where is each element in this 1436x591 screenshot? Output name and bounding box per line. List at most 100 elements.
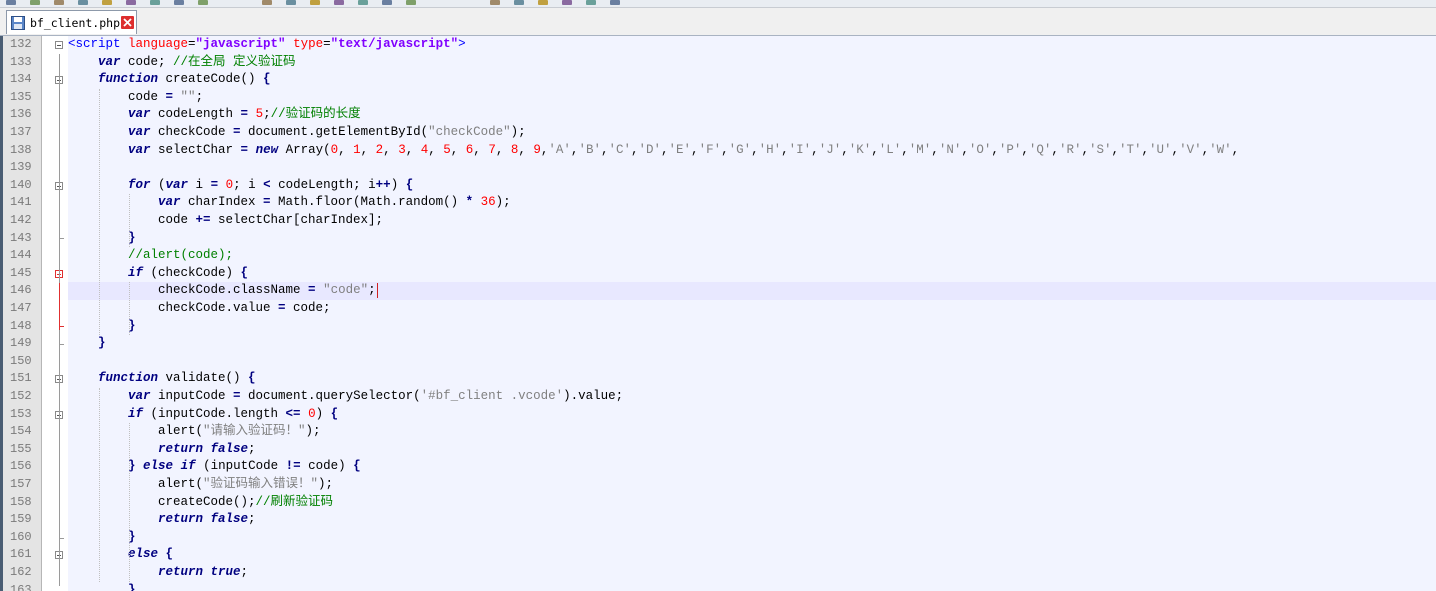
code-token: 'V' bbox=[1179, 142, 1202, 157]
save-file-icon bbox=[11, 15, 25, 30]
code-token: 'F' bbox=[698, 142, 722, 157]
code-token: else bbox=[128, 547, 159, 562]
toolbar-button[interactable] bbox=[406, 0, 416, 5]
code-token: var bbox=[165, 177, 189, 192]
code-line[interactable]: 145 if (checkCode) { bbox=[0, 264, 1436, 283]
code-line[interactable]: 132 <script language="javascript" type="t… bbox=[0, 36, 1436, 54]
line-number: 153 bbox=[10, 406, 32, 421]
toolbar-button[interactable] bbox=[30, 0, 40, 5]
code-text: code = ""; bbox=[68, 88, 1436, 107]
toolbar-button[interactable] bbox=[126, 0, 136, 5]
code-line[interactable]: 144 //alert(code); bbox=[0, 247, 1436, 265]
toolbar-button[interactable] bbox=[174, 0, 184, 5]
code-line[interactable]: 161 else { bbox=[0, 546, 1436, 564]
code-token: ; bbox=[263, 107, 271, 122]
fold-range-line bbox=[59, 423, 60, 533]
line-number: 149 bbox=[10, 336, 32, 351]
toolbar-button[interactable] bbox=[262, 0, 272, 5]
code-text: } else if (inputCode != code) { bbox=[68, 458, 1436, 476]
toolbar-button[interactable] bbox=[562, 0, 572, 5]
toolbar-button[interactable] bbox=[610, 0, 620, 5]
code-line[interactable]: 136 var codeLength = 5;//验证码的长度 bbox=[0, 106, 1436, 124]
line-number: 147 bbox=[10, 301, 32, 315]
code-line[interactable]: 139 bbox=[0, 159, 1436, 177]
line-number: 140 bbox=[10, 177, 32, 192]
code-line[interactable]: 153 if (inputCode.length <= 0) { bbox=[0, 405, 1436, 424]
code-line[interactable]: 150 bbox=[0, 352, 1436, 371]
code-line[interactable]: 146 checkCode.className = "code"; bbox=[0, 282, 1436, 300]
code-token: true bbox=[210, 565, 241, 579]
code-line[interactable]: 151 function validate() { bbox=[0, 370, 1436, 388]
code-line[interactable]: 160} bbox=[0, 528, 1436, 547]
code-token: , bbox=[450, 142, 466, 157]
code-editor[interactable]: 132 <script language="javascript" type="t… bbox=[0, 36, 1436, 591]
code-token: ; bbox=[248, 441, 256, 456]
code-token: , bbox=[901, 142, 909, 157]
line-number: 161 bbox=[10, 547, 32, 562]
toolbar-button[interactable] bbox=[102, 0, 112, 5]
tab-bf-client[interactable]: bf_client.php bbox=[6, 10, 137, 34]
line-number: 156 bbox=[10, 459, 32, 474]
code-token: 'N' bbox=[938, 142, 962, 157]
code-token: ); bbox=[305, 424, 321, 439]
code-line[interactable]: 158 createCode();//刷新验证码 bbox=[0, 493, 1436, 512]
code-line[interactable]: 142 code += selectChar[charIndex]; bbox=[0, 212, 1436, 230]
code-token: 1 bbox=[353, 142, 361, 157]
code-token: 'E' bbox=[668, 142, 692, 157]
code-line[interactable]: 159 return false; bbox=[0, 511, 1436, 529]
code-token: = bbox=[233, 125, 241, 139]
toolbar-button[interactable] bbox=[358, 0, 368, 5]
toolbar-button[interactable] bbox=[198, 0, 208, 5]
code-line[interactable]: 149} bbox=[0, 335, 1436, 353]
code-line[interactable]: 138 var selectChar = new Array(0, 1, 2, 3… bbox=[0, 141, 1436, 160]
line-number: 138 bbox=[10, 142, 32, 157]
toolbar-button[interactable] bbox=[78, 0, 88, 5]
code-token: return bbox=[158, 565, 204, 579]
code-token: ; bbox=[240, 565, 249, 579]
code-token: else bbox=[143, 459, 174, 474]
fold-end-marker bbox=[59, 326, 64, 328]
code-line[interactable]: 162 return true; bbox=[0, 564, 1436, 582]
code-line[interactable]: 163} bbox=[0, 581, 1436, 591]
code-line[interactable]: 133 var code; //在全局 定义验证码 bbox=[0, 53, 1436, 72]
code-text: checkCode.value = code; bbox=[68, 300, 1436, 318]
toolbar-button[interactable] bbox=[334, 0, 344, 5]
code-text: } bbox=[68, 581, 1436, 591]
toolbar-button[interactable] bbox=[490, 0, 500, 5]
code-line[interactable]: 157 alert("验证码输入错误！"); bbox=[0, 476, 1436, 494]
toolbar-button[interactable] bbox=[54, 0, 64, 5]
code-token: = bbox=[233, 389, 241, 403]
close-tab-button[interactable] bbox=[121, 16, 135, 29]
code-line[interactable]: 147 checkCode.value = code; bbox=[0, 300, 1436, 318]
toolbar-button[interactable] bbox=[150, 0, 160, 5]
indent-guide bbox=[99, 88, 100, 336]
toolbar-button[interactable] bbox=[538, 0, 548, 5]
code-token: selectChar[charIndex]; bbox=[210, 213, 384, 227]
line-number: 150 bbox=[10, 353, 32, 368]
toolbar-button[interactable] bbox=[382, 0, 392, 5]
code-token: Array( bbox=[278, 142, 331, 157]
code-line[interactable]: 140 for (var i = 0; i < codeLength; i++) … bbox=[0, 176, 1436, 195]
code-token: , bbox=[1231, 142, 1240, 157]
toolbar-button[interactable] bbox=[514, 0, 524, 5]
code-line[interactable]: 148} bbox=[0, 317, 1436, 336]
code-line[interactable]: 137 var checkCode = document.getElementBy… bbox=[0, 124, 1436, 142]
toolbar-button[interactable] bbox=[310, 0, 320, 5]
toolbar-button[interactable] bbox=[6, 0, 16, 5]
code-token: //alert(code); bbox=[128, 248, 234, 263]
toolbar-button[interactable] bbox=[586, 0, 596, 5]
line-number: 144 bbox=[10, 248, 32, 263]
code-line[interactable]: 154 alert("请输入验证码！"); bbox=[0, 423, 1436, 441]
code-token: alert( bbox=[158, 477, 204, 491]
code-token: 'Q' bbox=[1028, 142, 1052, 157]
code-line[interactable]: 156 } else if (inputCode != code) { bbox=[0, 458, 1436, 476]
code-line[interactable]: 134 function createCode() { bbox=[0, 71, 1436, 89]
code-line[interactable]: 141 var charIndex = Math.floor(Math.rando… bbox=[0, 194, 1436, 212]
toolbar-button[interactable] bbox=[286, 0, 296, 5]
code-line[interactable]: 155 return false; bbox=[0, 440, 1436, 459]
fold-toggle[interactable] bbox=[55, 41, 63, 49]
code-line[interactable]: 143} bbox=[0, 229, 1436, 248]
code-line[interactable]: 135 code = ""; bbox=[0, 88, 1436, 107]
code-line[interactable]: 152 var inputCode = document.querySelecto… bbox=[0, 388, 1436, 406]
